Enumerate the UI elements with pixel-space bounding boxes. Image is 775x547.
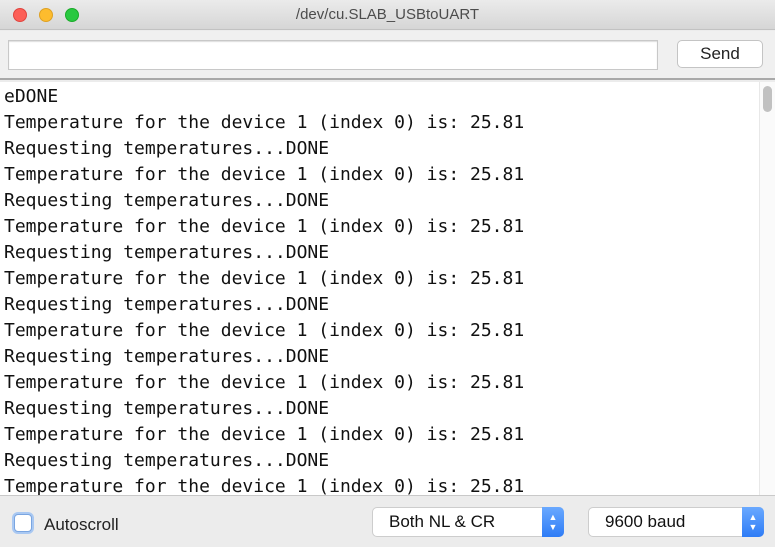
output-line: Requesting temperatures...DONE	[4, 398, 330, 419]
zoom-button[interactable]	[65, 8, 79, 22]
output-line: Requesting temperatures...DONE	[4, 138, 330, 159]
output-line: Temperature for the device 1 (index 0) i…	[4, 112, 525, 133]
output-line: Requesting temperatures...DONE	[4, 450, 330, 471]
baud-value: 9600 baud	[605, 512, 686, 531]
output-line: Temperature for the device 1 (index 0) i…	[4, 476, 525, 496]
output-line: Requesting temperatures...DONE	[4, 294, 330, 315]
serial-output: eDONE Temperature for the device 1 (index…	[0, 82, 775, 496]
autoscroll-label[interactable]: Autoscroll	[44, 515, 119, 535]
chevron-updown-icon: ▲ ▼	[742, 507, 764, 537]
output-line: Temperature for the device 1 (index 0) i…	[4, 268, 525, 289]
output-line: Temperature for the device 1 (index 0) i…	[4, 320, 525, 341]
output-line: Requesting temperatures...DONE	[4, 346, 330, 367]
scrollbar-thumb[interactable]	[763, 86, 772, 112]
send-toolbar: Send	[0, 31, 775, 80]
serial-input[interactable]	[8, 40, 658, 70]
output-line: eDONE	[4, 86, 59, 107]
title-bar: /dev/cu.SLAB_USBtoUART	[0, 0, 775, 30]
scrollbar[interactable]	[759, 82, 775, 495]
output-line: Requesting temperatures...DONE	[4, 242, 330, 263]
output-line: Temperature for the device 1 (index 0) i…	[4, 164, 525, 185]
baud-select[interactable]: 9600 baud ▲ ▼	[588, 507, 764, 537]
output-lines: eDONE Temperature for the device 1 (index…	[4, 84, 525, 496]
window-title: /dev/cu.SLAB_USBtoUART	[295, 6, 480, 23]
output-line: Requesting temperatures...DONE	[4, 190, 330, 211]
line-ending-select[interactable]: Both NL & CR ▲ ▼	[372, 507, 564, 537]
output-line: Temperature for the device 1 (index 0) i…	[4, 216, 525, 237]
line-ending-value: Both NL & CR	[389, 512, 496, 531]
output-line: Temperature for the device 1 (index 0) i…	[4, 372, 525, 393]
minimize-button[interactable]	[39, 8, 53, 22]
close-button[interactable]	[13, 8, 27, 22]
autoscroll-checkbox[interactable]	[14, 514, 32, 532]
send-button[interactable]: Send	[677, 40, 763, 68]
footer: Autoscroll Both NL & CR ▲ ▼ 9600 baud ▲ ▼	[0, 497, 775, 547]
chevron-updown-icon: ▲ ▼	[542, 507, 564, 537]
output-line: Temperature for the device 1 (index 0) i…	[4, 424, 525, 445]
